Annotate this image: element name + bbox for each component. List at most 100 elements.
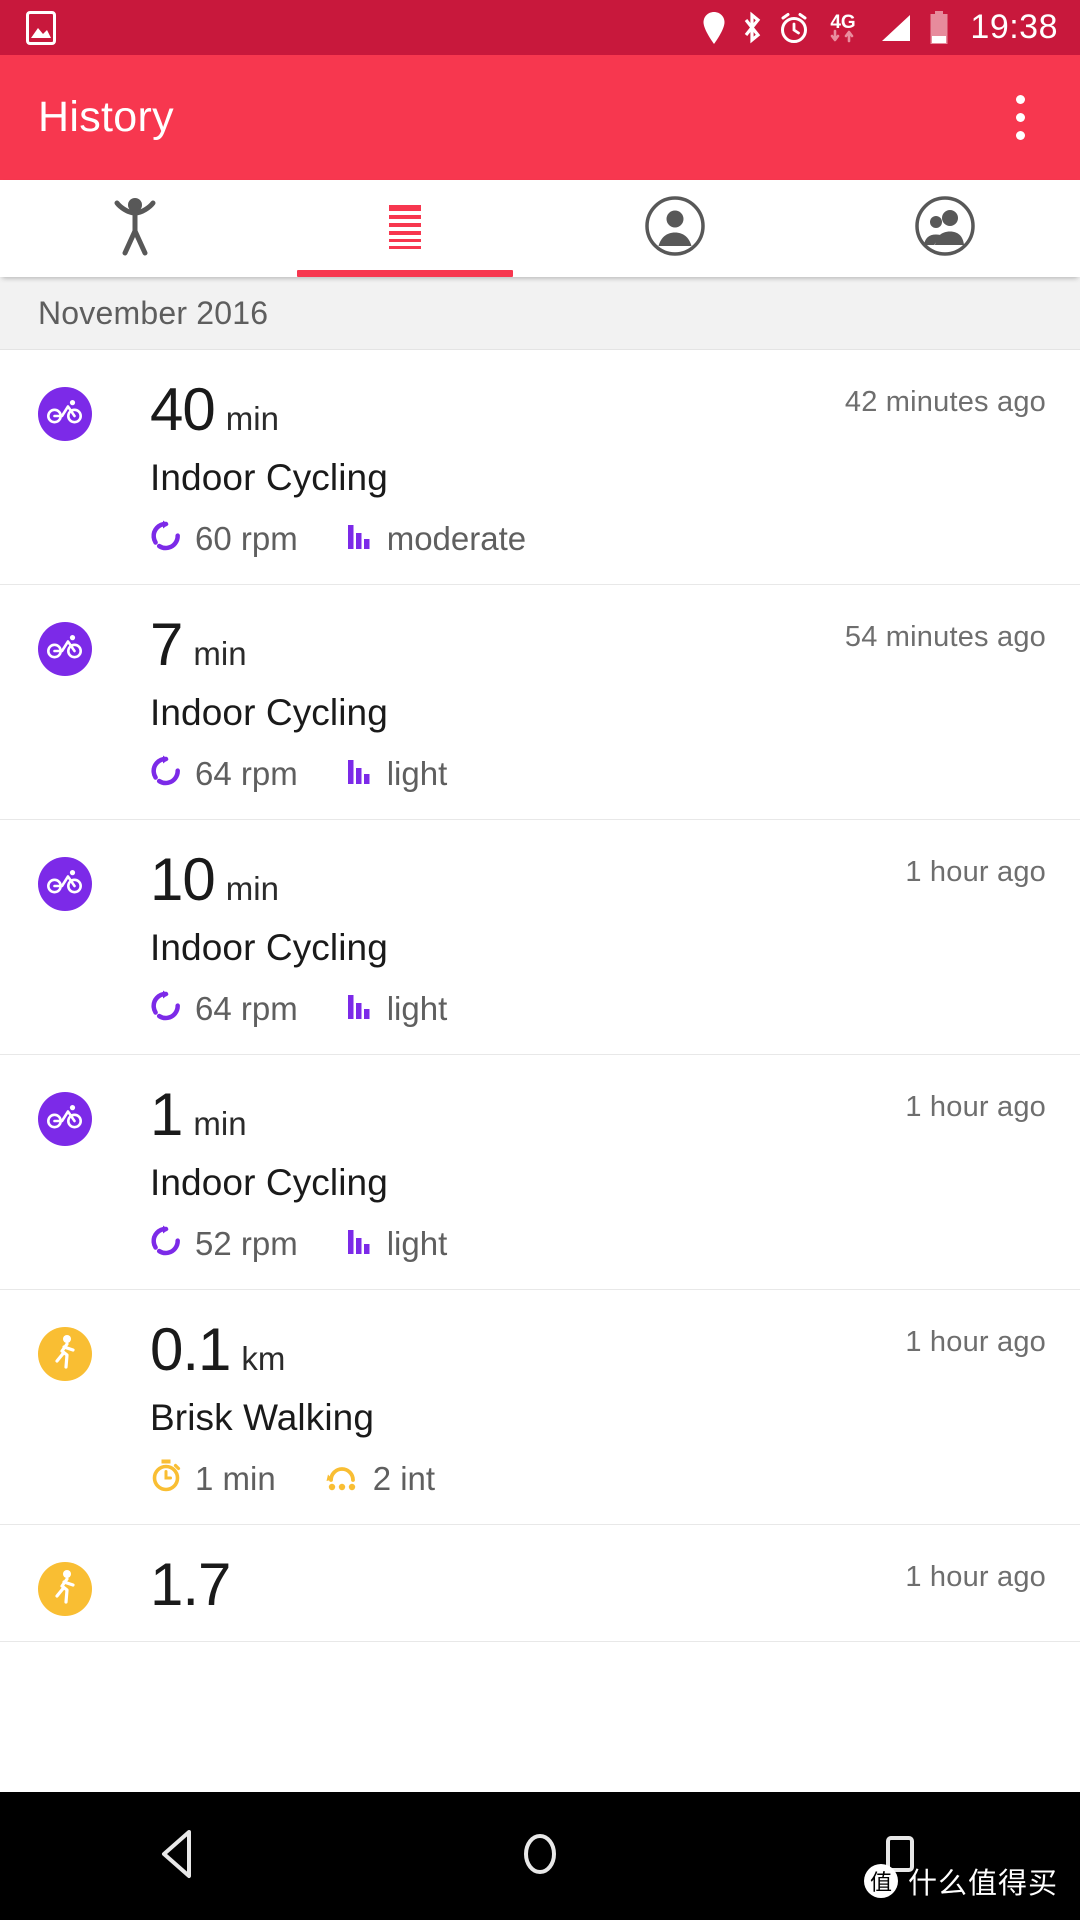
activity-metric: light xyxy=(346,989,448,1028)
activity-unit: km xyxy=(241,1340,286,1377)
nav-back-button[interactable] xyxy=(0,1828,360,1885)
activity-type-badge xyxy=(38,1327,92,1381)
activity-metric: 60 rpm xyxy=(150,519,298,558)
photo-icon xyxy=(26,10,56,45)
activity-value: 40 xyxy=(150,376,216,443)
activity-time-ago: 1 hour ago xyxy=(905,1561,1046,1593)
people-circle-icon xyxy=(914,195,976,262)
activity-unit: min xyxy=(193,1105,247,1142)
activity-metric-text: 64 rpm xyxy=(195,989,298,1027)
activity-value: 0.1 xyxy=(150,1316,231,1383)
activity-time-ago: 1 hour ago xyxy=(905,1091,1046,1123)
activity-time-ago: 54 minutes ago xyxy=(844,621,1046,653)
month-header: November 2016 xyxy=(0,277,1080,350)
activity-type-badge xyxy=(38,1562,92,1616)
activity-unit: min xyxy=(225,870,279,907)
watermark: 值 什么值得买 xyxy=(863,1860,1058,1902)
signal-icon xyxy=(876,11,914,45)
activity-metrics: 64 rpm light xyxy=(150,989,1046,1028)
network-4g-icon: 4G xyxy=(824,9,862,47)
activity-metrics: 64 rpm light xyxy=(150,754,1046,793)
activity-name: Indoor Cycling xyxy=(150,927,388,968)
activity-metric-text: light xyxy=(386,1224,448,1262)
intensity-bars-icon xyxy=(346,755,374,792)
activity-name: Indoor Cycling xyxy=(150,457,388,498)
overflow-menu-button[interactable] xyxy=(990,73,1050,163)
bike-icon xyxy=(47,634,83,665)
alarm-icon xyxy=(778,11,810,45)
battery-icon xyxy=(928,10,950,46)
bike-icon xyxy=(47,399,83,430)
activity-row[interactable]: 1 hour ago 1.7 xyxy=(0,1525,1080,1642)
intensity-bars-icon xyxy=(346,990,374,1027)
watermark-text: 什么值得买 xyxy=(907,1866,1058,1900)
phone-screen: 4G 19:38 History November 2016 42 minute… xyxy=(0,0,1080,1920)
overflow-dot xyxy=(1015,95,1025,104)
intervals-icon xyxy=(324,1461,360,1496)
activity-metric-text: 52 rpm xyxy=(195,1224,298,1262)
activity-metric: light xyxy=(346,1224,448,1263)
activity-type-badge xyxy=(38,1092,92,1146)
intensity-bars-icon xyxy=(346,520,374,557)
status-bar: 4G 19:38 xyxy=(0,0,1080,55)
activity-value: 7 xyxy=(150,611,183,678)
status-bar-clock: 19:38 xyxy=(970,8,1058,46)
activity-name: Indoor Cycling xyxy=(150,1162,388,1203)
activity-type-badge xyxy=(38,622,92,676)
activity-time-ago: 42 minutes ago xyxy=(844,386,1046,418)
activity-row[interactable]: 42 minutes ago 40 min Indoor Cycling 60 rpm m… xyxy=(0,350,1080,585)
activity-metric-text: 64 rpm xyxy=(195,754,298,792)
nav-home-button[interactable] xyxy=(360,1828,720,1885)
run-icon xyxy=(50,1334,80,1375)
tab-bar xyxy=(0,180,1080,277)
activity-metric-text: 2 int xyxy=(372,1459,436,1497)
cadence-icon xyxy=(150,519,182,558)
list-lines-icon xyxy=(375,196,435,261)
activity-row[interactable]: 1 hour ago 1 min Indoor Cycling 52 rpm light xyxy=(0,1055,1080,1290)
tab-history[interactable] xyxy=(270,180,540,277)
watermark-badge: 值 xyxy=(863,1864,898,1898)
activity-unit: min xyxy=(225,400,279,437)
activity-name: Brisk Walking xyxy=(150,1397,375,1438)
activity-value: 10 xyxy=(150,846,216,913)
activity-type-badge xyxy=(38,387,92,441)
tab-friends[interactable] xyxy=(810,180,1080,277)
bike-icon xyxy=(47,1104,83,1135)
activity-value: 1.7 xyxy=(150,1551,231,1618)
activity-metric: 64 rpm xyxy=(150,989,298,1028)
activity-metric: 64 rpm xyxy=(150,754,298,793)
status-bar-left xyxy=(26,10,56,45)
activity-metrics: 52 rpm light xyxy=(150,1224,1046,1263)
activity-metric: 1 min xyxy=(150,1459,276,1498)
status-bar-right: 4G 19:38 xyxy=(702,8,1058,47)
activity-time-ago: 1 hour ago xyxy=(905,1326,1046,1358)
activity-row[interactable]: 1 hour ago 10 min Indoor Cycling 64 rpm light xyxy=(0,820,1080,1055)
activity-time-ago: 1 hour ago xyxy=(905,856,1046,888)
activity-row[interactable]: 54 minutes ago 7 min Indoor Cycling 64 rpm li… xyxy=(0,585,1080,820)
bike-icon xyxy=(47,869,83,900)
tab-profile[interactable] xyxy=(540,180,810,277)
activity-unit: min xyxy=(193,635,247,672)
activity-metric: moderate xyxy=(346,520,526,558)
bluetooth-icon xyxy=(740,11,764,45)
activity-type-badge xyxy=(38,857,92,911)
activity-list: 42 minutes ago 40 min Indoor Cycling 60 rpm m… xyxy=(0,350,1080,1642)
activity-metric-text: light xyxy=(386,754,448,792)
month-header-label: November 2016 xyxy=(38,294,269,331)
activity-metric-text: 60 rpm xyxy=(195,519,298,557)
cadence-icon xyxy=(150,754,182,793)
system-navigation-bar: 值 什么值得买 xyxy=(0,1792,1080,1920)
activity-row[interactable]: 1 hour ago 0.1 km Brisk Walking 1 min 2 int xyxy=(0,1290,1080,1525)
activity-metric: 52 rpm xyxy=(150,1224,298,1263)
person-activity-icon xyxy=(105,193,165,264)
activity-metric-text: 1 min xyxy=(195,1459,276,1497)
tab-activity[interactable] xyxy=(0,180,270,277)
activity-metric-text: light xyxy=(386,989,448,1027)
cadence-icon xyxy=(150,989,182,1028)
activity-metric: 2 int xyxy=(324,1460,435,1498)
stopwatch-icon xyxy=(150,1459,182,1498)
activity-value: 1 xyxy=(150,1081,183,1148)
run-icon xyxy=(50,1569,80,1610)
account-circle-icon xyxy=(644,195,706,262)
activity-metrics: 1 min 2 int xyxy=(150,1459,1046,1498)
